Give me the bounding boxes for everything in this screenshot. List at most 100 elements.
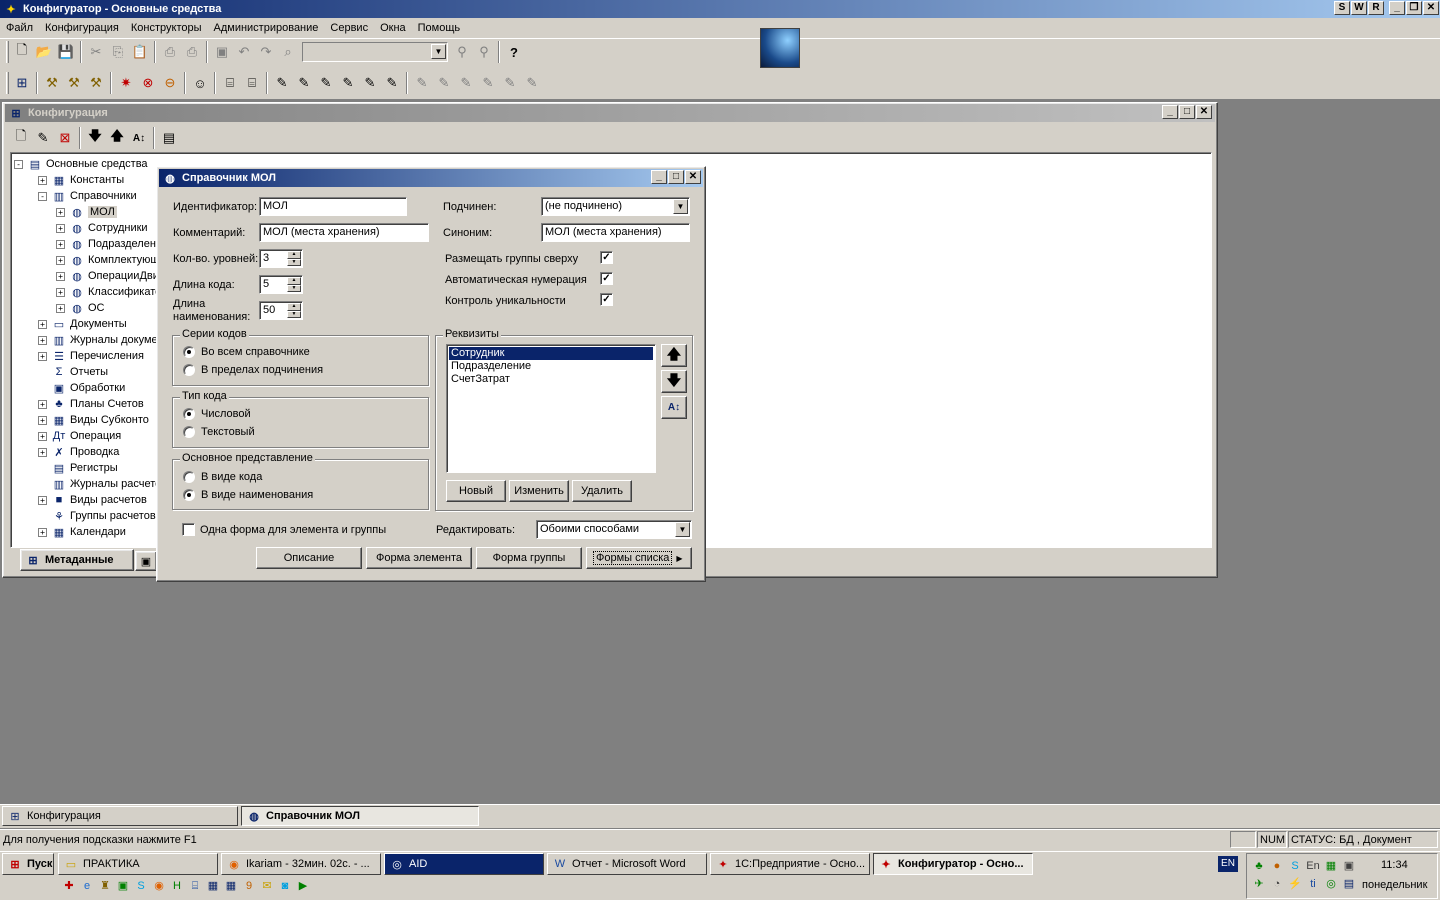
expand-icon[interactable]: +: [56, 255, 65, 265]
menu-windows[interactable]: Окна: [374, 18, 412, 38]
tree-item[interactable]: ⚘ Группы расчетов: [38, 508, 156, 524]
print-icon[interactable]: ⎙: [159, 41, 181, 63]
tray-2-icon[interactable]: ●: [1269, 858, 1285, 874]
levels-spin[interactable]: ▲ ▼: [287, 251, 301, 266]
maximize-icon[interactable]: □: [1179, 105, 1195, 119]
quick-14-icon[interactable]: ▶: [295, 878, 311, 894]
tree-item[interactable]: Σ Отчеты: [38, 364, 108, 380]
taskbar-item-word[interactable]: W Отчет - Microsoft Word: [547, 853, 707, 875]
minimize-icon[interactable]: _: [1162, 105, 1178, 119]
debug-11-icon[interactable]: ✎: [499, 72, 521, 94]
description-button[interactable]: Описание: [256, 547, 362, 569]
title-w-button[interactable]: W: [1351, 1, 1367, 15]
quick-13-icon[interactable]: ◙: [277, 878, 293, 894]
taskbar-item-aid[interactable]: ◎ AID: [384, 853, 544, 875]
debug-2-icon[interactable]: ✎: [293, 72, 315, 94]
tree-item[interactable]: - ▥ Справочники: [38, 188, 137, 204]
taskbar-item-1c-enterprise[interactable]: ✦ 1С:Предприятие - Осно...: [710, 853, 870, 875]
properties-list[interactable]: Сотрудник Подразделение СчетЗатрат: [446, 344, 656, 473]
tray-11-icon[interactable]: ◎: [1323, 876, 1339, 892]
tree-item[interactable]: + ◍ Подразделения: [56, 236, 156, 252]
print-preview-icon[interactable]: ⎙: [181, 41, 203, 63]
expand-icon[interactable]: +: [38, 527, 47, 537]
group-form-button[interactable]: Форма группы: [476, 547, 582, 569]
tools-2-icon[interactable]: ⊗: [137, 72, 159, 94]
minimize-icon[interactable]: _: [651, 170, 667, 184]
expand-icon[interactable]: +: [38, 447, 47, 457]
expand-icon[interactable]: +: [38, 175, 47, 185]
tree-item[interactable]: + ✗ Проводка: [38, 444, 119, 460]
expand-icon[interactable]: +: [56, 287, 65, 297]
tree-item[interactable]: + ◍ Сотрудники: [56, 220, 148, 236]
quick-4-icon[interactable]: ▣: [115, 878, 131, 894]
taskbar-item-ikariam[interactable]: ◉ Ikariam - 32мин. 02с. - ...: [221, 853, 381, 875]
debug-6-icon[interactable]: ✎: [381, 72, 403, 94]
minimize-icon[interactable]: _: [1389, 1, 1405, 15]
menu-service[interactable]: Сервис: [324, 18, 374, 38]
config-tree-icon[interactable]: ⊞: [11, 72, 33, 94]
copy-icon[interactable]: ⎘: [107, 41, 129, 63]
designer-1-icon[interactable]: ⚒: [41, 72, 63, 94]
tree-item[interactable]: + ▥ Журналы документов: [38, 332, 156, 348]
prop-delete-button[interactable]: Удалить: [572, 480, 632, 502]
menu-configuration[interactable]: Конфигурация: [39, 18, 125, 38]
cut-icon[interactable]: ✂: [85, 41, 107, 63]
tree-item[interactable]: + Дт Операция: [38, 428, 121, 444]
code-type-text-radio[interactable]: Текстовый: [183, 426, 255, 438]
tray-1-icon[interactable]: ♣: [1251, 858, 1267, 874]
prop-move-up-button[interactable]: 🡅: [661, 344, 687, 367]
tree-item[interactable]: + ♣ Планы Счетов: [38, 396, 144, 412]
tree-item[interactable]: + ▦ Календари: [38, 524, 126, 540]
synonym-field[interactable]: МОЛ (места хранения): [541, 223, 690, 242]
repr-name-radio[interactable]: В виде наименования: [183, 489, 313, 501]
tray-5-icon[interactable]: ▦: [1323, 858, 1339, 874]
quick-11-icon[interactable]: 9: [241, 878, 257, 894]
expand-icon[interactable]: +: [56, 271, 65, 281]
debug-7-icon[interactable]: ✎: [411, 72, 433, 94]
code-type-numeric-radio[interactable]: Числовой: [183, 408, 251, 420]
firefox-quick-icon[interactable]: ◉: [151, 878, 167, 894]
tree-item[interactable]: + ☰ Перечисления: [38, 348, 144, 364]
tree-item[interactable]: ▤ Регистры: [38, 460, 118, 476]
collapse-icon[interactable]: -: [38, 191, 47, 201]
expand-icon[interactable]: +: [38, 351, 47, 361]
quick-12-icon[interactable]: ✉: [259, 878, 275, 894]
auto-number-checkbox[interactable]: ✓: [600, 272, 613, 285]
quick-3-icon[interactable]: ♜: [97, 878, 113, 894]
series-within-parent-radio[interactable]: В пределах подчинения: [183, 364, 323, 376]
edit-object-icon[interactable]: ✎: [32, 127, 54, 149]
expand-icon[interactable]: +: [38, 335, 47, 345]
tree-item[interactable]: + ◍ ОперацииДвижения: [56, 268, 156, 284]
paste-icon[interactable]: 📋: [129, 41, 151, 63]
new-file-icon[interactable]: 🗋: [11, 41, 33, 63]
help-icon[interactable]: ?: [503, 41, 525, 63]
designer-3-icon[interactable]: ⚒: [85, 72, 107, 94]
prop-sort-button[interactable]: A↕: [661, 396, 687, 419]
comment-field[interactable]: МОЛ (места хранения): [259, 223, 429, 242]
undo-icon[interactable]: ↶: [233, 41, 255, 63]
repr-code-radio[interactable]: В виде кода: [183, 471, 262, 483]
sort-icon[interactable]: A↕: [128, 127, 150, 149]
tray-7-icon[interactable]: ✈: [1251, 876, 1267, 892]
edit-mode-select[interactable]: Обоими способами ▼: [536, 520, 692, 539]
tray-9-icon[interactable]: ⚡: [1287, 876, 1303, 892]
menu-administration[interactable]: Администрирование: [208, 18, 325, 38]
expand-icon[interactable]: +: [56, 207, 65, 217]
tab-second[interactable]: ▣: [135, 551, 157, 571]
debug-3-icon[interactable]: ✎: [315, 72, 337, 94]
list-item[interactable]: Сотрудник: [449, 347, 653, 360]
code-length-spin[interactable]: ▲ ▼: [287, 277, 301, 292]
tree-item[interactable]: + ▦ Константы: [38, 172, 124, 188]
tools-3-icon[interactable]: ⊖: [159, 72, 181, 94]
tree-item[interactable]: - ▤ Основные средства: [14, 156, 148, 172]
tray-6-icon[interactable]: ▣: [1341, 858, 1357, 874]
debug-5-icon[interactable]: ✎: [359, 72, 381, 94]
subordinate-select[interactable]: (не подчинено) ▼: [541, 197, 690, 216]
find-prev-icon[interactable]: ⚲: [473, 41, 495, 63]
description-icon[interactable]: ▤: [158, 127, 180, 149]
tree-item[interactable]: + ◍ Классификатор: [56, 284, 156, 300]
module-1-icon[interactable]: ⌸: [219, 72, 241, 94]
list-item[interactable]: Подразделение: [449, 360, 653, 373]
tree-item[interactable]: + ■ Виды расчетов: [38, 492, 147, 508]
menu-constructors[interactable]: Конструкторы: [125, 18, 208, 38]
